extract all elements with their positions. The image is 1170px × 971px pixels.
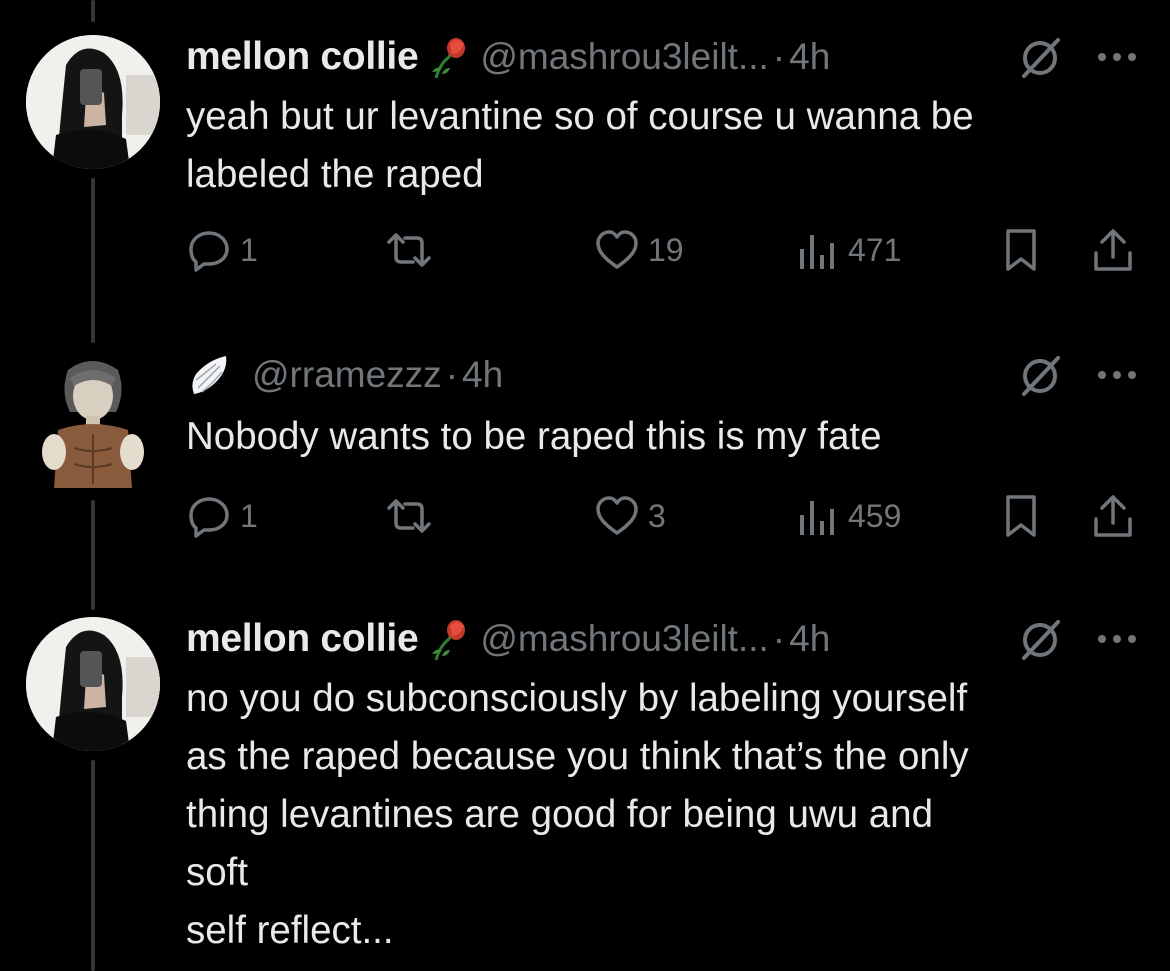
- views-button[interactable]: 459: [794, 488, 901, 544]
- text-line: Nobody wants to be raped this is my fate: [186, 415, 882, 458]
- timestamp[interactable]: 4h: [789, 618, 830, 660]
- timestamp[interactable]: 4h: [789, 36, 830, 78]
- grok-icon[interactable]: [1018, 352, 1064, 398]
- retweet-icon: [387, 233, 431, 267]
- like-button[interactable]: 3: [594, 488, 666, 544]
- grok-icon[interactable]: [1018, 34, 1064, 80]
- separator-dot: ·: [772, 618, 786, 659]
- share-icon: [1094, 495, 1132, 537]
- tweet-text: no you do subconsciously by labeling you…: [186, 670, 1146, 960]
- tweet-header: mellon collie @mashrou3leilt... · 4h: [186, 614, 1170, 664]
- wilted-rose-icon: [426, 34, 472, 80]
- retweet-icon: [387, 499, 431, 533]
- retweet-button[interactable]: [386, 222, 440, 278]
- mirror-selfie-avatar-icon: [26, 35, 160, 169]
- separator-dot: ·: [772, 36, 786, 77]
- timestamp[interactable]: 4h: [462, 354, 503, 396]
- view-count: 471: [848, 231, 902, 268]
- text-line: self reflect...: [186, 909, 394, 952]
- view-count: 459: [848, 497, 902, 534]
- share-icon: [1094, 229, 1132, 271]
- tweet-text: yeah but ur levantine so of course u wan…: [186, 88, 1146, 204]
- like-button[interactable]: 19: [594, 222, 684, 278]
- handle[interactable]: @rramezzz: [252, 354, 442, 396]
- avatar[interactable]: [26, 35, 160, 169]
- more-options-icon[interactable]: [1094, 365, 1140, 385]
- text-line: thing levantines are good for being uwu …: [186, 793, 934, 836]
- text-line: soft: [186, 851, 249, 894]
- like-count: 19: [648, 231, 684, 268]
- display-name[interactable]: mellon collie: [186, 617, 419, 661]
- views-icon: [800, 501, 834, 535]
- tweet-header: mellon collie @mashrou3leilt... · 4h: [186, 32, 1170, 82]
- bookmark-icon: [1006, 495, 1036, 537]
- like-count: 3: [648, 497, 666, 534]
- reply-count: 1: [240, 231, 258, 268]
- retweet-button[interactable]: [386, 488, 440, 544]
- bookmark-button[interactable]: [998, 488, 1044, 544]
- tweet-1[interactable]: mellon collie @mashrou3leilt... · 4h yea…: [0, 0, 1170, 340]
- avatar[interactable]: [26, 617, 160, 751]
- reply-icon: [189, 231, 229, 272]
- action-bar: 1 19 471: [186, 222, 1146, 278]
- action-bar: 1 3 459: [186, 488, 1146, 544]
- reply-button[interactable]: 1: [186, 222, 258, 278]
- more-options-icon[interactable]: [1094, 47, 1140, 67]
- text-line: yeah but ur levantine so of course u wan…: [186, 95, 974, 138]
- bookmark-button[interactable]: [998, 222, 1044, 278]
- heart-icon: [596, 230, 638, 269]
- share-button[interactable]: [1090, 488, 1136, 544]
- bookmark-icon: [1006, 229, 1036, 271]
- illustrated-character-avatar-icon: [40, 352, 146, 488]
- avatar[interactable]: [40, 352, 146, 488]
- grok-icon[interactable]: [1018, 616, 1064, 662]
- views-button[interactable]: 471: [794, 222, 901, 278]
- tweet-3[interactable]: mellon collie @mashrou3leilt... · 4h no …: [0, 600, 1170, 971]
- separator-dot: ·: [445, 354, 459, 395]
- tweet-2[interactable]: @rramezzz · 4h Nobody wants to be raped …: [0, 340, 1170, 600]
- conversation-thread: mellon collie @mashrou3leilt... · 4h yea…: [0, 0, 1170, 971]
- tweet-text: Nobody wants to be raped this is my fate: [186, 408, 1146, 466]
- handle[interactable]: @mashrou3leilt...: [480, 36, 768, 78]
- wilted-rose-icon: [426, 616, 472, 662]
- text-line: no you do subconsciously by labeling you…: [186, 677, 968, 720]
- angel-wing-icon: [186, 352, 232, 398]
- handle[interactable]: @mashrou3leilt...: [480, 618, 768, 660]
- text-line: labeled the raped: [186, 153, 484, 196]
- reply-icon: [189, 497, 229, 538]
- more-options-icon[interactable]: [1094, 629, 1140, 649]
- views-icon: [800, 235, 834, 269]
- heart-icon: [596, 496, 638, 535]
- share-button[interactable]: [1090, 222, 1136, 278]
- reply-count: 1: [240, 497, 258, 534]
- mirror-selfie-avatar-icon: [26, 617, 160, 751]
- tweet-header: @rramezzz · 4h: [186, 350, 1170, 400]
- reply-button[interactable]: 1: [186, 488, 258, 544]
- text-line: as the raped because you think that’s th…: [186, 735, 969, 778]
- display-name[interactable]: mellon collie: [186, 35, 419, 79]
